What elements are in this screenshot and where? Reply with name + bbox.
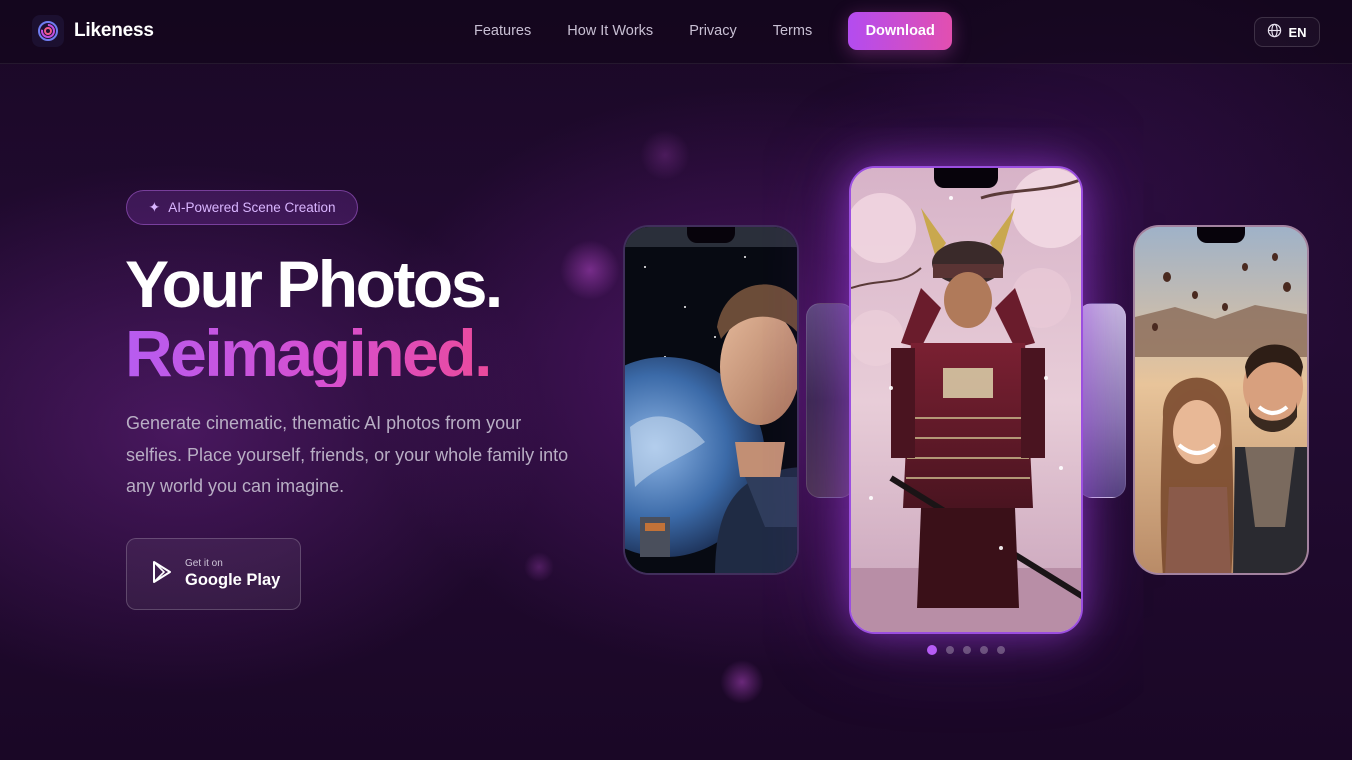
carousel-peek-right <box>1078 303 1126 498</box>
hero-description: Generate cinematic, thematic AI photos f… <box>126 413 569 496</box>
phone-notch <box>934 168 998 188</box>
phone-notch <box>687 227 735 243</box>
store-caption: Get it on <box>185 558 223 569</box>
store-name: Google Play <box>185 571 281 589</box>
brand-name: Likeness <box>74 20 154 41</box>
bokeh-orb <box>640 130 690 180</box>
nav-link-how-it-works[interactable]: How It Works <box>567 12 653 50</box>
headline-line-2: Reimagined. <box>125 316 492 390</box>
language-selector[interactable]: EN <box>1254 17 1320 47</box>
language-code: EN <box>1288 24 1307 40</box>
nav-link-terms[interactable]: Terms <box>773 12 812 50</box>
google-play-icon <box>151 560 173 589</box>
main-nav: Features How It Works Privacy Terms Down… <box>474 12 953 50</box>
brand-logo[interactable]: Likeness <box>32 15 154 47</box>
carousel-dot-4[interactable] <box>980 646 988 654</box>
bokeh-orb <box>524 552 554 582</box>
badge-label: AI-Powered Scene Creation <box>168 200 336 215</box>
feature-badge: ✦ AI-Powered Scene Creation <box>126 190 358 225</box>
sparkle-icon: ✦ <box>148 199 161 215</box>
phone-slide-samurai[interactable] <box>849 166 1083 634</box>
astronaut-image <box>625 227 797 573</box>
phone-slide-astronaut[interactable] <box>623 225 799 575</box>
phone-notch <box>1197 227 1245 243</box>
spiral-logo-icon <box>32 15 64 47</box>
bokeh-orb <box>720 660 764 704</box>
download-button[interactable]: Download <box>848 12 953 50</box>
carousel-dot-1[interactable] <box>927 645 937 655</box>
top-nav-bar: Likeness Features How It Works Privacy T… <box>0 0 1352 64</box>
headline-line-1: Your Photos. <box>125 247 503 321</box>
carousel-dot-5[interactable] <box>997 646 1005 654</box>
globe-icon <box>1267 23 1282 41</box>
phone-slide-couple[interactable] <box>1133 225 1309 575</box>
nav-link-privacy[interactable]: Privacy <box>689 12 737 50</box>
bokeh-orb <box>560 240 620 300</box>
carousel-dot-3[interactable] <box>963 646 971 654</box>
samurai-image <box>851 168 1081 632</box>
nav-link-features[interactable]: Features <box>474 12 531 50</box>
carousel-peek-left <box>806 303 854 498</box>
carousel-dot-2[interactable] <box>946 646 954 654</box>
google-play-button[interactable]: Get it on Google Play <box>126 538 301 610</box>
couple-image <box>1135 227 1307 573</box>
carousel-pagination <box>927 645 1005 655</box>
